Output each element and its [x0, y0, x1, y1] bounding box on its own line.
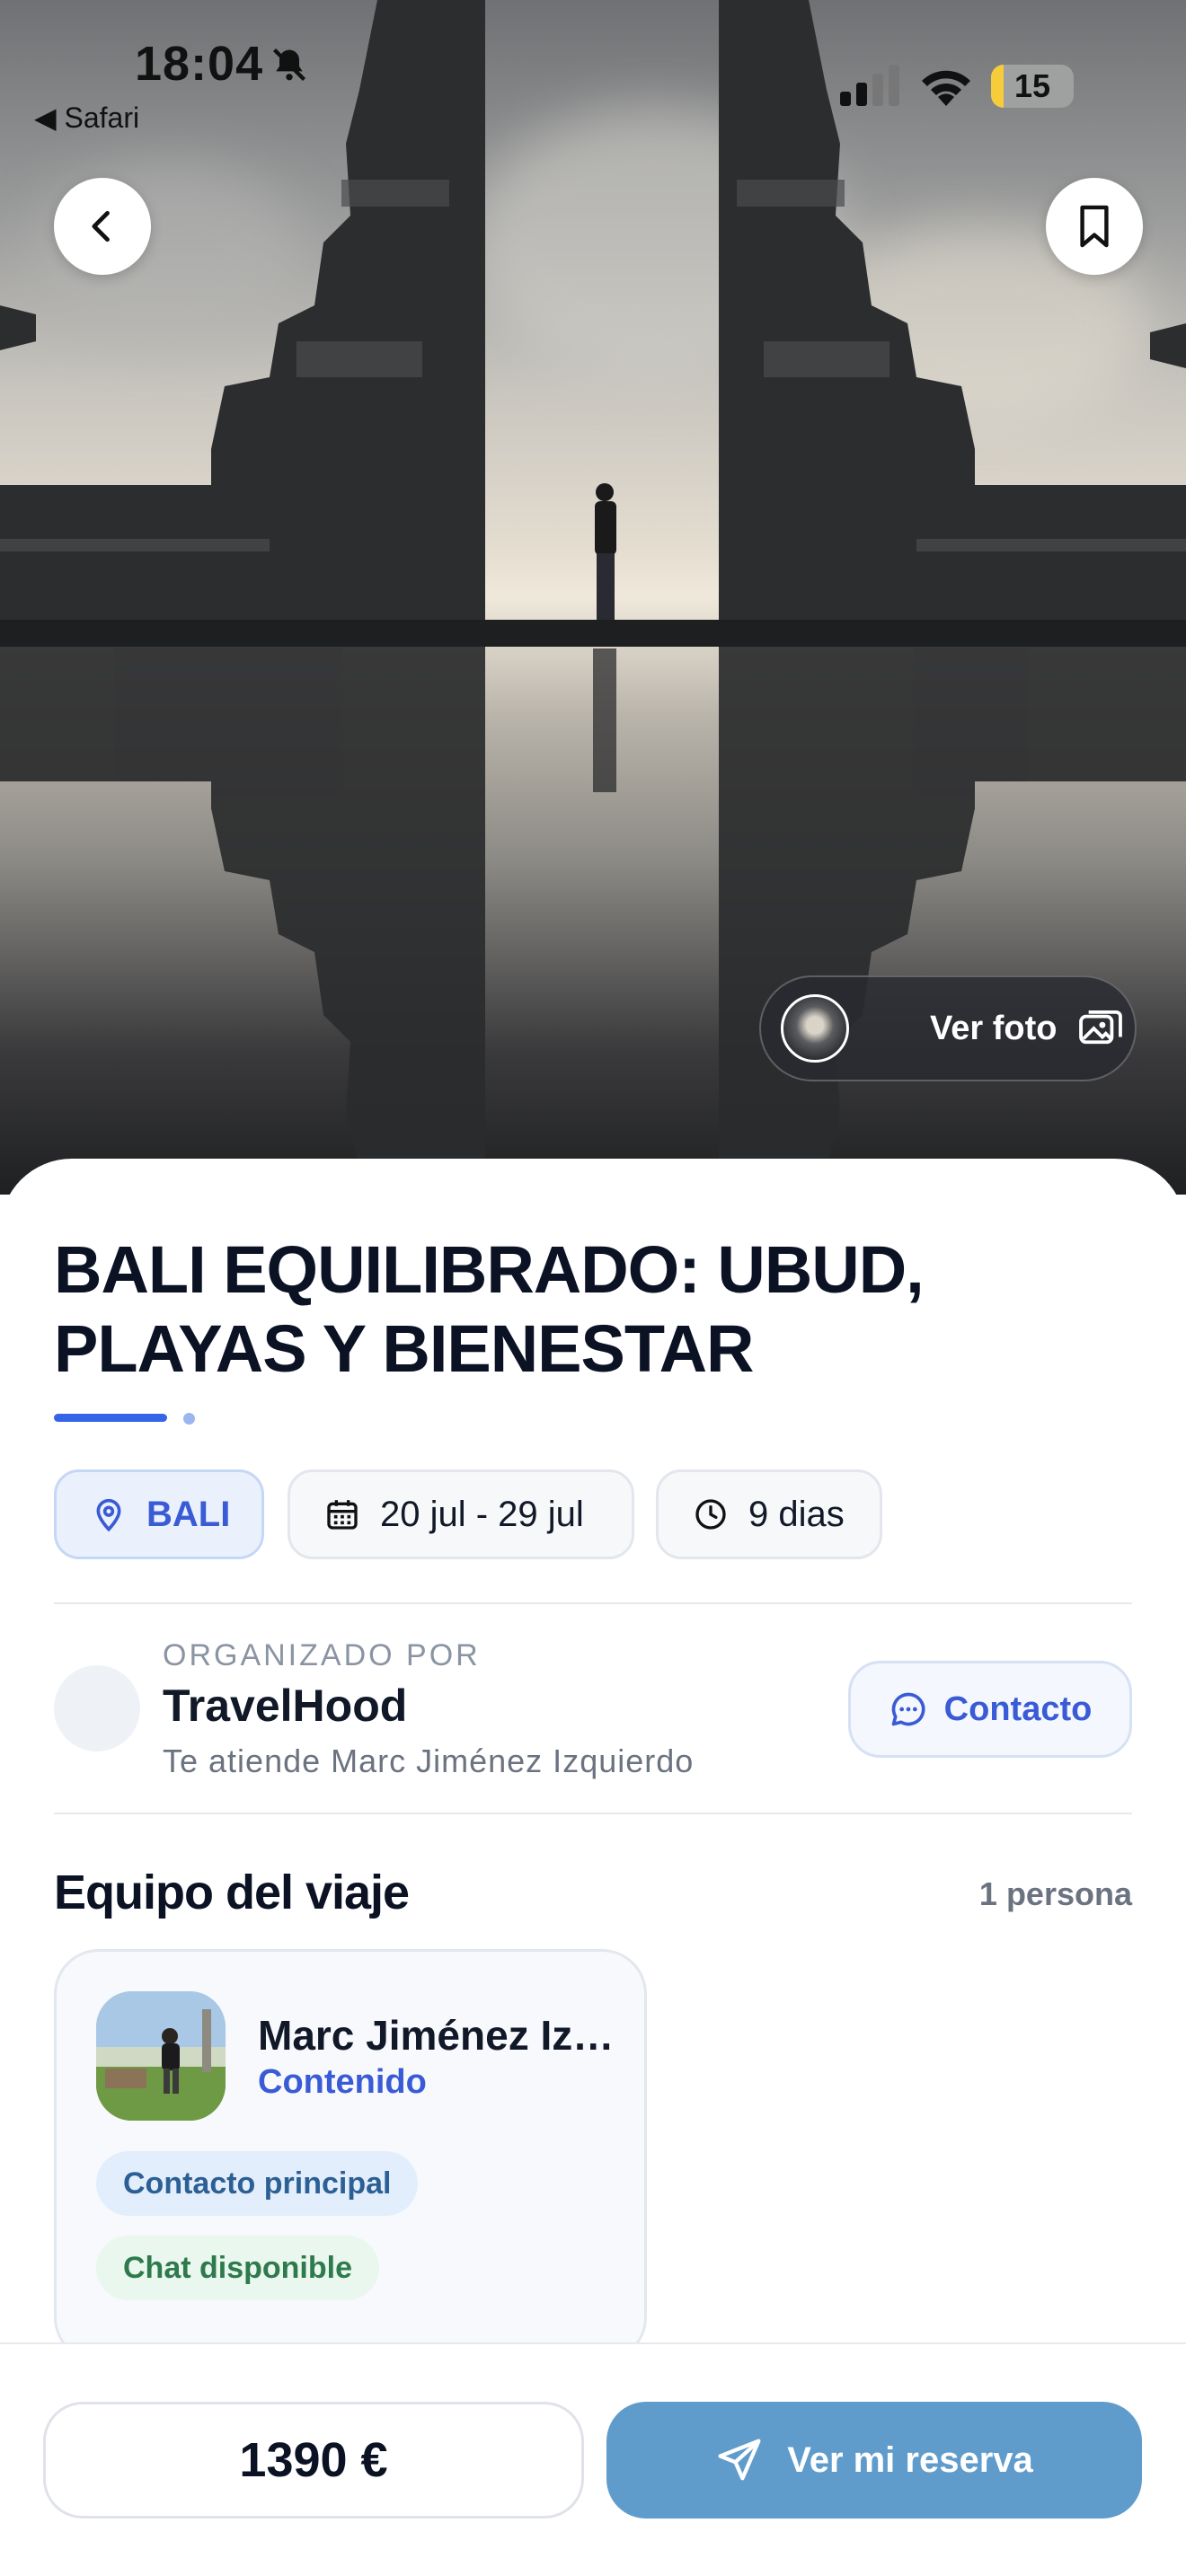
contact-button-label: Contacto	[943, 1689, 1093, 1728]
status-time: 18:04	[135, 37, 264, 91]
bell-muted-icon	[272, 48, 306, 82]
team-heading: Equipo del viaje	[54, 1866, 410, 1919]
image-icon	[1079, 1010, 1123, 1045]
location-chip-label: BALI	[146, 1494, 231, 1534]
divider	[54, 1602, 1132, 1604]
dates-chip-label: 20 jul - 29 jul	[380, 1494, 584, 1534]
member-name: Marc Jiménez Izquierdo	[258, 2012, 626, 2059]
organizer-avatar	[54, 1665, 140, 1751]
back-to-safari-link[interactable]: ◀ Safari	[34, 101, 139, 135]
carousel-indicator-dot	[183, 1413, 195, 1425]
organizer-kicker: ORGANIZADO POR	[163, 1638, 481, 1672]
back-button[interactable]	[54, 178, 151, 275]
chat-bubble-icon	[891, 1692, 925, 1726]
wifi-icon	[922, 70, 970, 106]
bookmark-icon	[1080, 205, 1109, 248]
team-member-card[interactable]: Marc Jiménez Izquierdo Contenido Contact…	[54, 1949, 647, 2362]
battery-percent: 15	[1013, 67, 1051, 104]
map-pin-icon	[96, 1498, 121, 1532]
team-count: 1 persona	[978, 1875, 1132, 1912]
member-avatar	[96, 1991, 226, 2121]
view-reservation-button[interactable]: Ver mi reserva	[606, 2402, 1142, 2519]
location-chip[interactable]: BALI	[54, 1469, 264, 1559]
clock-icon	[695, 1499, 726, 1530]
view-reservation-label: Ver mi reserva	[787, 2439, 1033, 2480]
cellular-signal-icon	[840, 65, 899, 106]
organizer-attended-by: Te atiende Marc Jiménez Izquierdo	[163, 1742, 695, 1779]
carousel-indicator-active	[54, 1414, 167, 1422]
bookmark-button[interactable]	[1046, 178, 1143, 275]
chevron-left-icon	[92, 210, 110, 243]
battery-indicator: 15	[991, 65, 1074, 108]
paper-plane-icon	[718, 2439, 761, 2481]
calendar-icon	[327, 1500, 358, 1530]
badge-chat-available: Chat disponible	[96, 2236, 379, 2300]
dates-chip[interactable]: 20 jul - 29 jul	[288, 1469, 634, 1559]
member-photo	[96, 1991, 226, 2121]
contact-button[interactable]: Contacto	[848, 1661, 1132, 1758]
member-role: Contenido	[258, 2063, 427, 2101]
status-bar: 18:04 ◀ Safari 15	[0, 0, 1186, 144]
duration-chip-label: 9 dias	[748, 1494, 845, 1534]
organizer-name[interactable]: TravelHood	[163, 1680, 407, 1732]
photo-thumbnail	[781, 994, 849, 1063]
view-photo-button[interactable]: Ver foto	[759, 975, 1137, 1081]
view-photo-label: Ver foto	[930, 1009, 1058, 1047]
divider	[54, 1813, 1132, 1814]
badge-main-contact: Contacto principal	[96, 2151, 419, 2216]
trip-title: BALI EQUILIBRADO: UBUD, PLAYAS Y BIENEST…	[54, 1232, 925, 1386]
duration-chip[interactable]: 9 dias	[656, 1469, 882, 1559]
price-display: 1390 €	[43, 2402, 584, 2519]
